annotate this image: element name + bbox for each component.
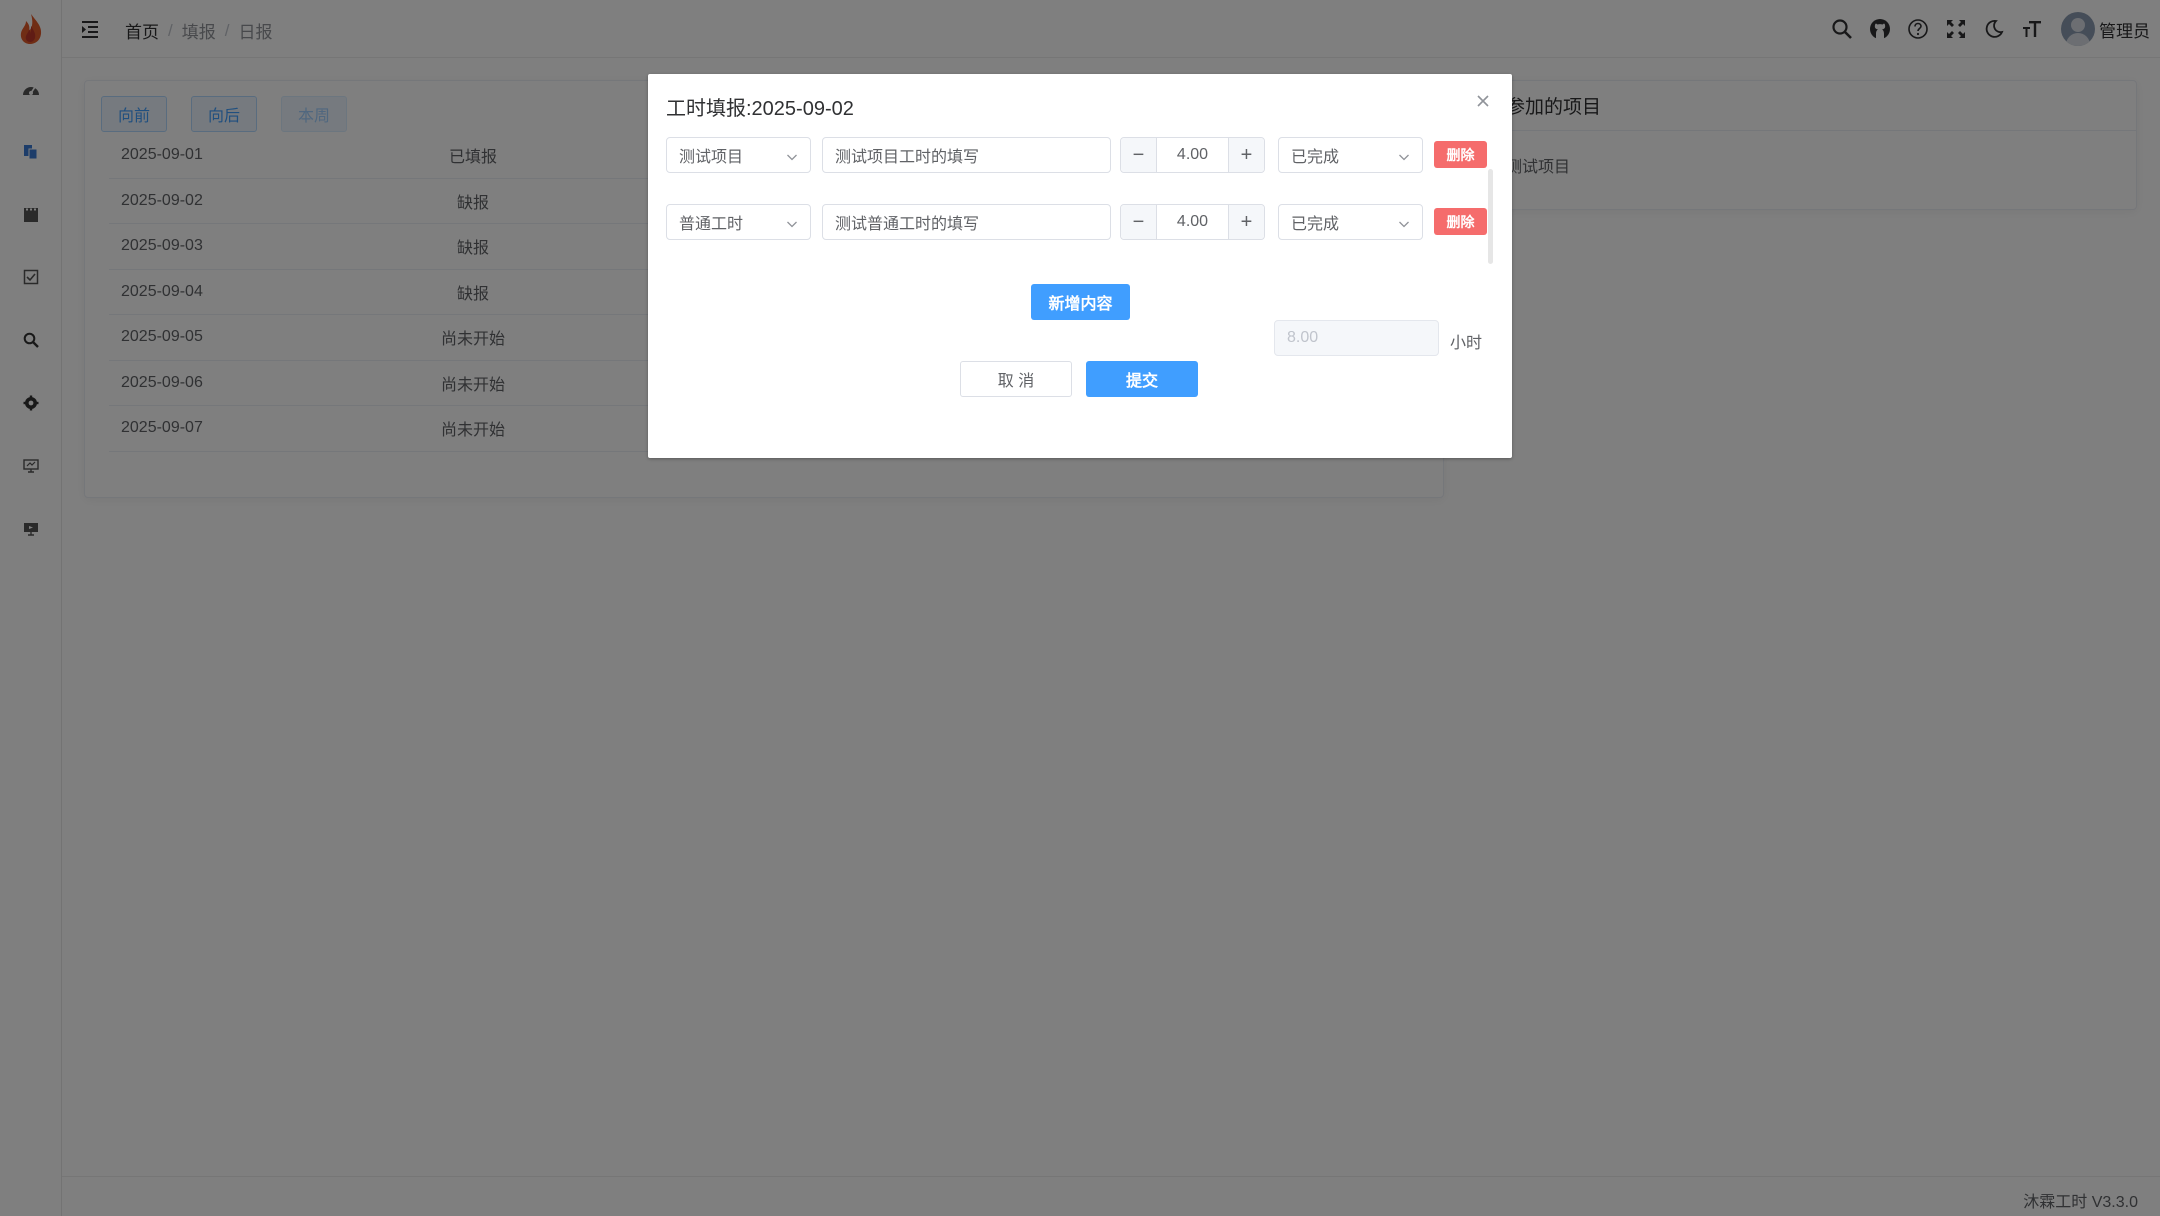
cancel-button[interactable]: 取 消: [960, 361, 1072, 397]
hours-stepper: − 4.00 +: [1120, 137, 1265, 173]
hours-stepper: − 4.00 +: [1120, 204, 1265, 240]
hours-value[interactable]: 4.00: [1157, 205, 1228, 239]
add-entry-button[interactable]: 新增内容: [1031, 284, 1130, 320]
content-input[interactable]: 测试普通工时的填写: [822, 204, 1111, 240]
entry-row: 测试项目 测试项目工时的填写 − 4.00 + 已完成 删除: [666, 137, 1488, 173]
increase-button[interactable]: +: [1228, 138, 1264, 172]
close-icon[interactable]: [1474, 92, 1492, 110]
hours-value[interactable]: 4.00: [1157, 138, 1228, 172]
timesheet-dialog: 工时填报:2025-09-02 测试项目 测试项目工时的填写 − 4.00 + …: [648, 74, 1512, 458]
increase-button[interactable]: +: [1228, 205, 1264, 239]
decrease-button[interactable]: −: [1121, 205, 1157, 239]
delete-button[interactable]: 删除: [1434, 141, 1487, 168]
chevron-down-icon: [786, 217, 798, 229]
submit-button[interactable]: 提交: [1086, 361, 1198, 397]
decrease-button[interactable]: −: [1121, 138, 1157, 172]
chevron-down-icon: [1398, 217, 1410, 229]
chevron-down-icon: [1398, 150, 1410, 162]
status-select[interactable]: 已完成: [1278, 137, 1423, 173]
content-input[interactable]: 测试项目工时的填写: [822, 137, 1111, 173]
project-select[interactable]: 测试项目: [666, 137, 811, 173]
project-select-value: 普通工时: [679, 216, 744, 233]
entry-row: 普通工时 测试普通工时的填写 − 4.00 + 已完成 删除: [666, 204, 1488, 240]
entries-scrollbar[interactable]: [1488, 169, 1493, 264]
project-select-value: 测试项目: [679, 149, 744, 166]
total-hours-field: 8.00: [1274, 320, 1439, 356]
delete-button[interactable]: 删除: [1434, 208, 1487, 235]
status-select-value: 已完成: [1291, 149, 1340, 166]
dialog-title: 工时填报:2025-09-02: [666, 98, 854, 120]
status-select-value: 已完成: [1291, 216, 1340, 233]
project-select[interactable]: 普通工时: [666, 204, 811, 240]
total-hours-unit: 小时: [1450, 335, 1483, 352]
chevron-down-icon: [786, 150, 798, 162]
status-select[interactable]: 已完成: [1278, 204, 1423, 240]
